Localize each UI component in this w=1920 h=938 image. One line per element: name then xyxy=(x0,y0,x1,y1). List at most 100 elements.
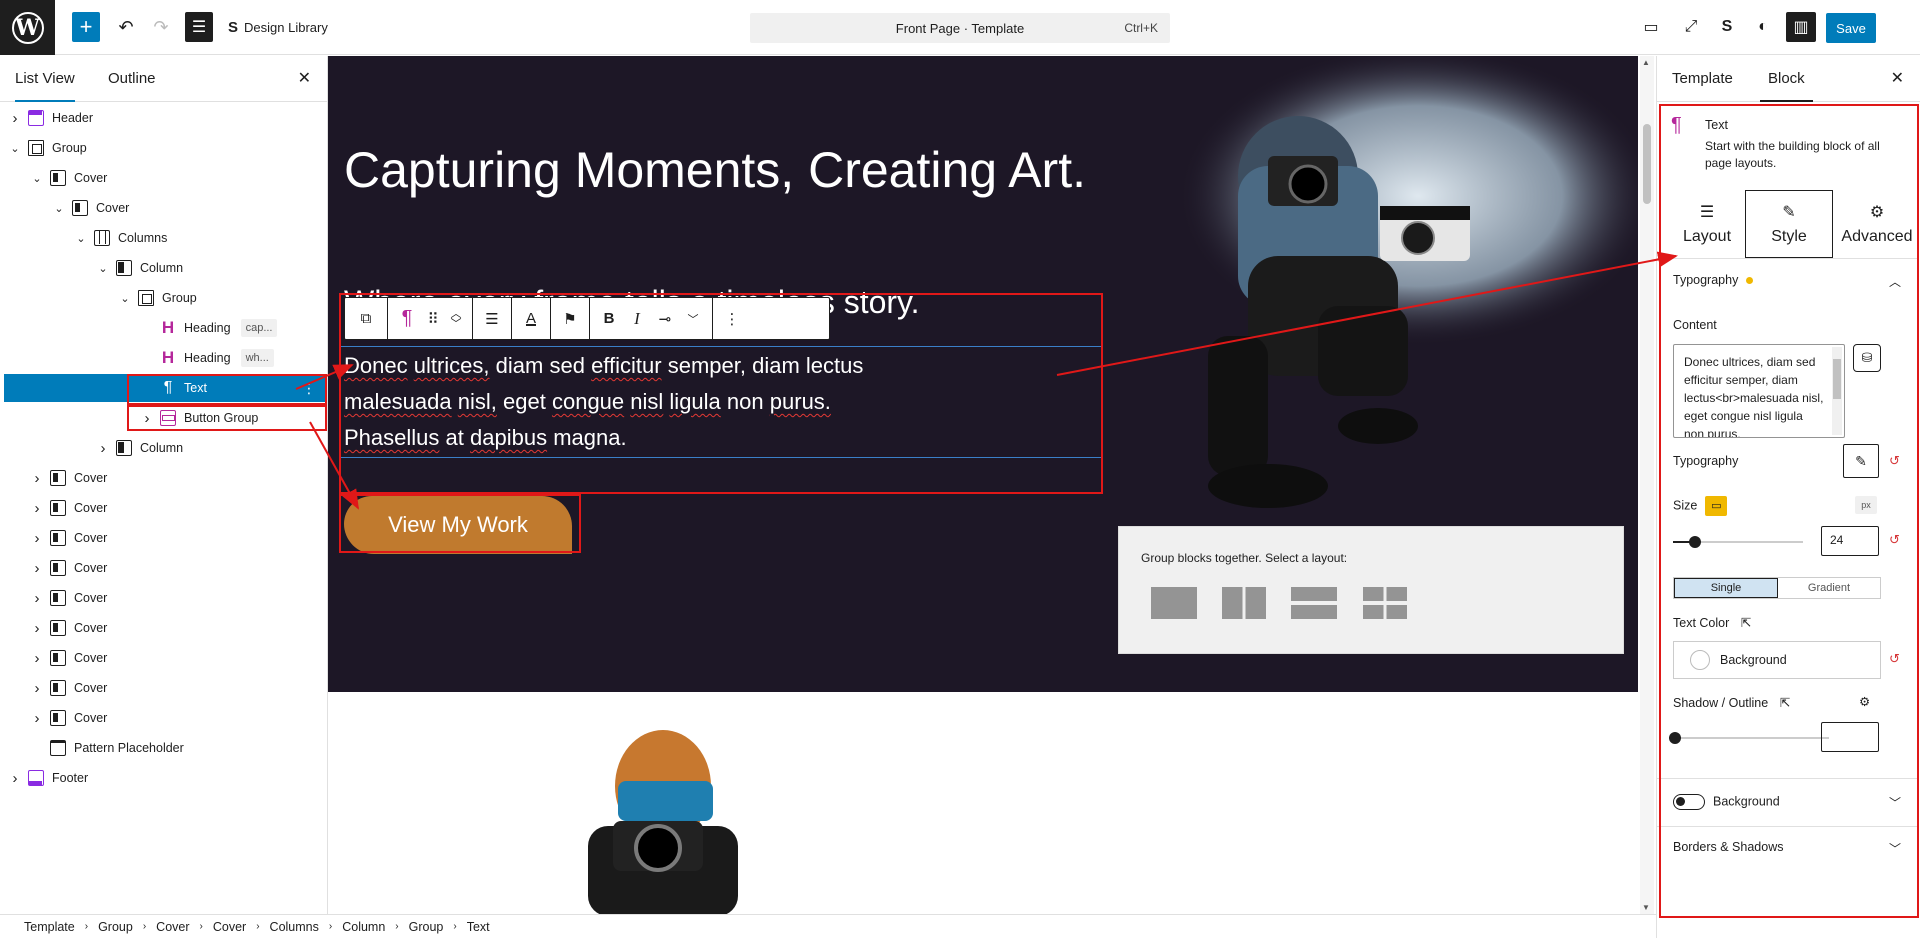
tab-outline[interactable]: Outline xyxy=(108,70,156,87)
chevron-right-icon[interactable]: › xyxy=(30,470,44,487)
chevron-down-icon[interactable]: ⌄ xyxy=(118,292,132,305)
tab-block[interactable]: Block xyxy=(1760,70,1813,102)
chevron-right-icon[interactable]: › xyxy=(30,710,44,727)
tree-item-heading[interactable]: H Heading wh... xyxy=(0,344,326,372)
tree-item-column[interactable]: ⌄ Column xyxy=(0,254,326,282)
annotation-box xyxy=(339,494,581,553)
photographer-image[interactable] xyxy=(1118,56,1638,526)
breadcrumb-item[interactable]: Template xyxy=(24,920,75,934)
breadcrumb-item[interactable]: Cover xyxy=(213,920,246,934)
scroll-up-icon[interactable]: ▲ xyxy=(1642,58,1650,67)
annotation-box xyxy=(1659,104,1919,918)
portrait-image[interactable] xyxy=(558,726,758,914)
tree-item-header[interactable]: › Header xyxy=(0,104,326,132)
tab-list-view[interactable]: List View xyxy=(15,70,75,102)
tree-item-cover[interactable]: › Cover xyxy=(0,644,326,672)
chevron-right-icon[interactable]: › xyxy=(30,650,44,667)
chevron-right-icon[interactable]: › xyxy=(30,560,44,577)
tree-item-cover[interactable]: › Cover xyxy=(0,464,326,492)
cover-block-icon xyxy=(50,620,66,636)
scrollbar-thumb[interactable] xyxy=(1643,124,1651,204)
cover-block-icon xyxy=(50,470,66,486)
hero-heading[interactable]: Capturing Moments, Creating Art. xyxy=(344,142,1104,199)
breadcrumb-item[interactable]: Group xyxy=(98,920,133,934)
shoe-shape xyxy=(1208,464,1328,508)
breadcrumb-item[interactable]: Text xyxy=(467,920,490,934)
chevron-right-icon[interactable]: › xyxy=(30,590,44,607)
tree-item-cover[interactable]: › Cover xyxy=(0,494,326,522)
design-library-button[interactable]: S Design Library xyxy=(228,12,348,42)
cover-block-icon xyxy=(50,710,66,726)
tree-item-group[interactable]: ⌄ Group xyxy=(0,134,326,162)
tab-template[interactable]: Template xyxy=(1672,70,1733,87)
layout-row-option[interactable] xyxy=(1222,587,1266,619)
external-icon: ⤢ xyxy=(1684,18,1698,35)
canvas-scrollbar[interactable]: ▲ ▼ xyxy=(1640,56,1654,914)
tree-item-cover[interactable]: ⌄ Cover xyxy=(0,164,326,192)
shoe-shape xyxy=(1338,408,1418,444)
breadcrumb-item[interactable]: Group xyxy=(409,920,444,934)
tree-item-heading[interactable]: H Heading cap... xyxy=(0,314,326,342)
breadcrumb-item[interactable]: Columns xyxy=(270,920,319,934)
tree-item-excerpt: cap... xyxy=(240,319,278,337)
command-palette-button[interactable]: Front Page · Template Ctrl+K xyxy=(750,13,1170,43)
chevron-right-icon[interactable]: › xyxy=(30,500,44,517)
chevron-down-icon[interactable]: ⌄ xyxy=(96,262,110,275)
breadcrumb-item[interactable]: Cover xyxy=(156,920,189,934)
redo-icon: ↷ xyxy=(153,16,169,37)
chevron-right-icon: › xyxy=(453,921,457,932)
close-icon[interactable]: ✕ xyxy=(1891,68,1904,88)
chevron-right-icon[interactable]: › xyxy=(30,530,44,547)
chevron-down-icon[interactable]: ⌄ xyxy=(74,232,88,245)
layout-group-option[interactable] xyxy=(1151,587,1197,619)
tree-item-cover[interactable]: ⌄ Cover xyxy=(0,194,326,222)
chevron-right-icon[interactable]: › xyxy=(30,680,44,697)
vintage-camera-top xyxy=(1380,206,1470,220)
tree-item-cover[interactable]: › Cover xyxy=(0,554,326,582)
chevron-down-icon[interactable]: ⌄ xyxy=(52,202,66,215)
chevron-right-icon[interactable]: › xyxy=(8,770,22,787)
tree-item-label: Column xyxy=(140,261,184,275)
stackable-settings-button[interactable]: S xyxy=(1712,12,1742,42)
close-icon[interactable]: ✕ xyxy=(298,68,311,88)
tree-item-pattern-placeholder[interactable]: Pattern Placeholder xyxy=(0,734,326,762)
stackable-icon: S xyxy=(228,18,239,36)
layout-grid-option[interactable] xyxy=(1363,587,1407,619)
tree-item-cover[interactable]: › Cover xyxy=(0,584,326,612)
breadcrumb-item[interactable]: Column xyxy=(342,920,385,934)
redo-button[interactable]: ↷ xyxy=(148,12,174,42)
tree-item-columns[interactable]: ⌄ Columns xyxy=(0,224,326,252)
cover-block-icon xyxy=(50,170,66,186)
column-block-icon xyxy=(116,440,132,456)
scroll-down-icon[interactable]: ▼ xyxy=(1642,903,1650,912)
save-button[interactable]: Save xyxy=(1826,13,1876,43)
document-overview-button[interactable]: ☰ xyxy=(185,12,213,42)
chevron-right-icon: › xyxy=(84,921,89,932)
add-block-button[interactable]: + xyxy=(72,12,100,42)
chevron-down-icon[interactable]: ⌄ xyxy=(8,142,22,155)
styles-button[interactable]: ◐ xyxy=(1748,12,1778,42)
tree-item-cover[interactable]: › Cover xyxy=(0,614,326,642)
tree-item-column[interactable]: › Column xyxy=(0,434,326,462)
chevron-right-icon[interactable]: › xyxy=(8,110,22,127)
layout-stack-option[interactable] xyxy=(1291,587,1337,619)
group-block-icon xyxy=(138,290,154,306)
preview-device-button[interactable]: ▭ xyxy=(1636,12,1666,42)
wordpress-logo-button[interactable]: W xyxy=(0,0,55,55)
chevron-down-icon[interactable]: ⌄ xyxy=(30,172,44,185)
tree-item-footer[interactable]: › Footer xyxy=(0,764,326,792)
tree-item-cover[interactable]: › Cover xyxy=(0,674,326,702)
tree-item-group[interactable]: ⌄ Group xyxy=(0,284,326,312)
settings-sidebar-button[interactable]: ▥ xyxy=(1786,12,1816,42)
tree-item-cover[interactable]: › Cover xyxy=(0,704,326,732)
list-view-panel: List View Outline ✕ › Header ⌄ Group ⌄ Cover ⌄… xyxy=(0,56,328,914)
chevron-right-icon[interactable]: › xyxy=(96,440,110,457)
undo-icon: ↶ xyxy=(118,16,134,37)
chevron-right-icon[interactable]: › xyxy=(30,620,44,637)
tree-item-cover[interactable]: › Cover xyxy=(0,524,326,552)
fullscreen-button[interactable]: ⤢ xyxy=(1676,12,1706,42)
cover-block-icon xyxy=(50,650,66,666)
undo-button[interactable]: ↶ xyxy=(113,12,139,42)
tree-item-label: Columns xyxy=(118,231,168,245)
annotation-box xyxy=(127,374,327,405)
